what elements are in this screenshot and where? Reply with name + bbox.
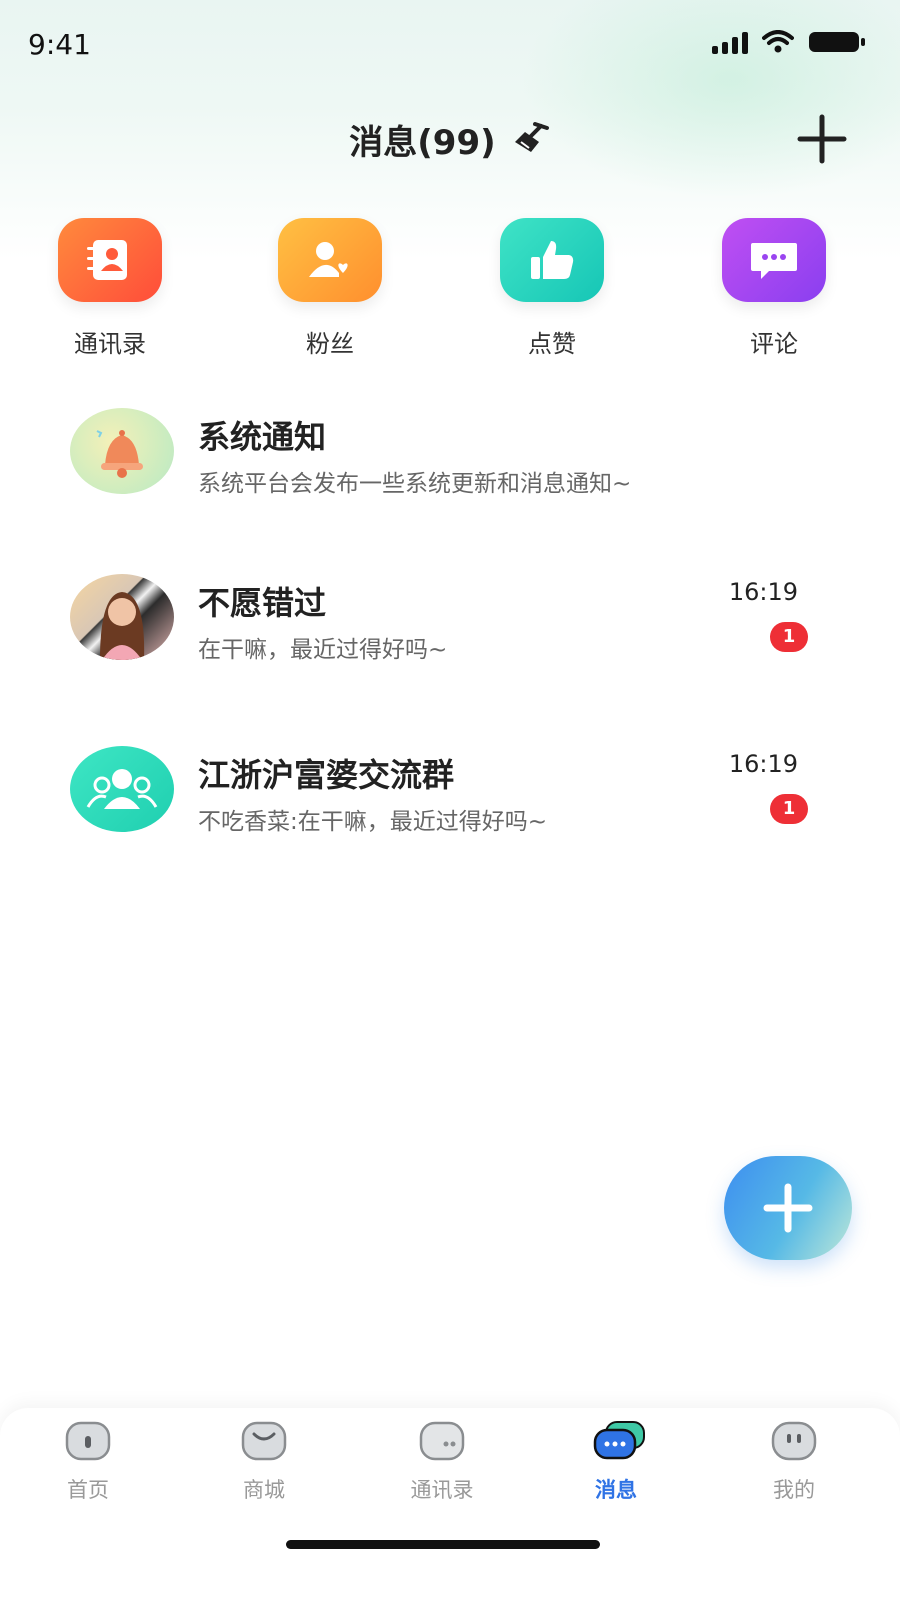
message-icon	[592, 1420, 645, 1462]
quick-action-label: 粉丝	[306, 330, 354, 358]
message-title: 江浙沪富婆交流群	[198, 756, 455, 794]
battery-icon	[808, 30, 866, 54]
message-title: 不愿错过	[198, 584, 327, 622]
header-title-wrap: 消息(99)	[0, 115, 900, 164]
status-bar: 9:41	[0, 0, 900, 90]
comment-icon	[722, 218, 826, 302]
nav-label: 消息	[595, 1478, 637, 1502]
quick-action-comments[interactable]: 评论	[694, 218, 854, 359]
clear-broom-icon[interactable]	[511, 120, 551, 160]
nav-item-shop[interactable]: 商城	[204, 1420, 324, 1504]
message-preview: 在干嘛，最近过得好吗~	[198, 637, 448, 663]
message-title: 系统通知	[198, 418, 327, 456]
page-header: 消息(99)	[0, 105, 900, 175]
home-indicator	[286, 1540, 600, 1549]
status-time: 9:41	[28, 28, 91, 61]
unread-badge: 1	[770, 794, 808, 824]
profile-icon	[770, 1420, 818, 1462]
nav-label: 我的	[773, 1478, 815, 1502]
contacts-book-icon	[58, 218, 162, 302]
quick-action-likes[interactable]: 点赞	[472, 218, 632, 359]
nav-label: 商城	[243, 1478, 285, 1502]
floating-add-button[interactable]	[724, 1156, 852, 1260]
message-preview: 系统平台会发布一些系统更新和消息通知~	[198, 471, 632, 497]
nav-item-home[interactable]: 首页	[28, 1420, 148, 1504]
bell-icon	[70, 408, 174, 494]
fans-icon	[278, 218, 382, 302]
message-time: 16:19	[728, 750, 798, 778]
list-item[interactable]: 系统通知 系统平台会发布一些系统更新和消息通知~	[0, 400, 900, 520]
list-item[interactable]: 江浙沪富婆交流群 不吃香菜:在干嘛，最近过得好吗~ 16:19 1	[0, 738, 900, 858]
nav-item-profile[interactable]: 我的	[734, 1420, 854, 1504]
shop-icon	[240, 1420, 288, 1462]
message-preview: 不吃香菜:在干嘛，最近过得好吗~	[198, 809, 548, 835]
quick-action-label: 评论	[750, 330, 798, 358]
unread-badge: 1	[770, 622, 808, 652]
wifi-icon	[762, 30, 794, 54]
nav-item-messages[interactable]: 消息	[556, 1420, 676, 1504]
list-item[interactable]: 不愿错过 在干嘛，最近过得好吗~ 16:19 1	[0, 566, 900, 686]
bottom-nav: 首页 商城 通讯录 消息 我的	[0, 1408, 900, 1600]
user-avatar	[70, 574, 174, 660]
status-icons	[712, 30, 866, 54]
message-time: 16:19	[728, 578, 798, 606]
nav-label: 首页	[67, 1478, 109, 1502]
quick-actions: 通讯录 粉丝 点赞 评论	[0, 218, 900, 368]
page-title: 消息(99)	[349, 123, 496, 163]
nav-item-contacts[interactable]: 通讯录	[382, 1420, 502, 1504]
signal-icon	[712, 30, 748, 54]
quick-action-contacts[interactable]: 通讯录	[30, 218, 190, 359]
group-icon	[70, 746, 174, 832]
quick-action-label: 点赞	[528, 330, 576, 358]
quick-action-fans[interactable]: 粉丝	[250, 218, 410, 359]
nav-label: 通讯录	[410, 1478, 474, 1502]
quick-action-label: 通讯录	[74, 330, 146, 358]
contacts-icon	[418, 1420, 466, 1462]
plus-icon	[763, 1183, 813, 1233]
add-icon[interactable]	[794, 111, 850, 167]
home-icon	[64, 1420, 112, 1462]
thumbs-up-icon	[500, 218, 604, 302]
